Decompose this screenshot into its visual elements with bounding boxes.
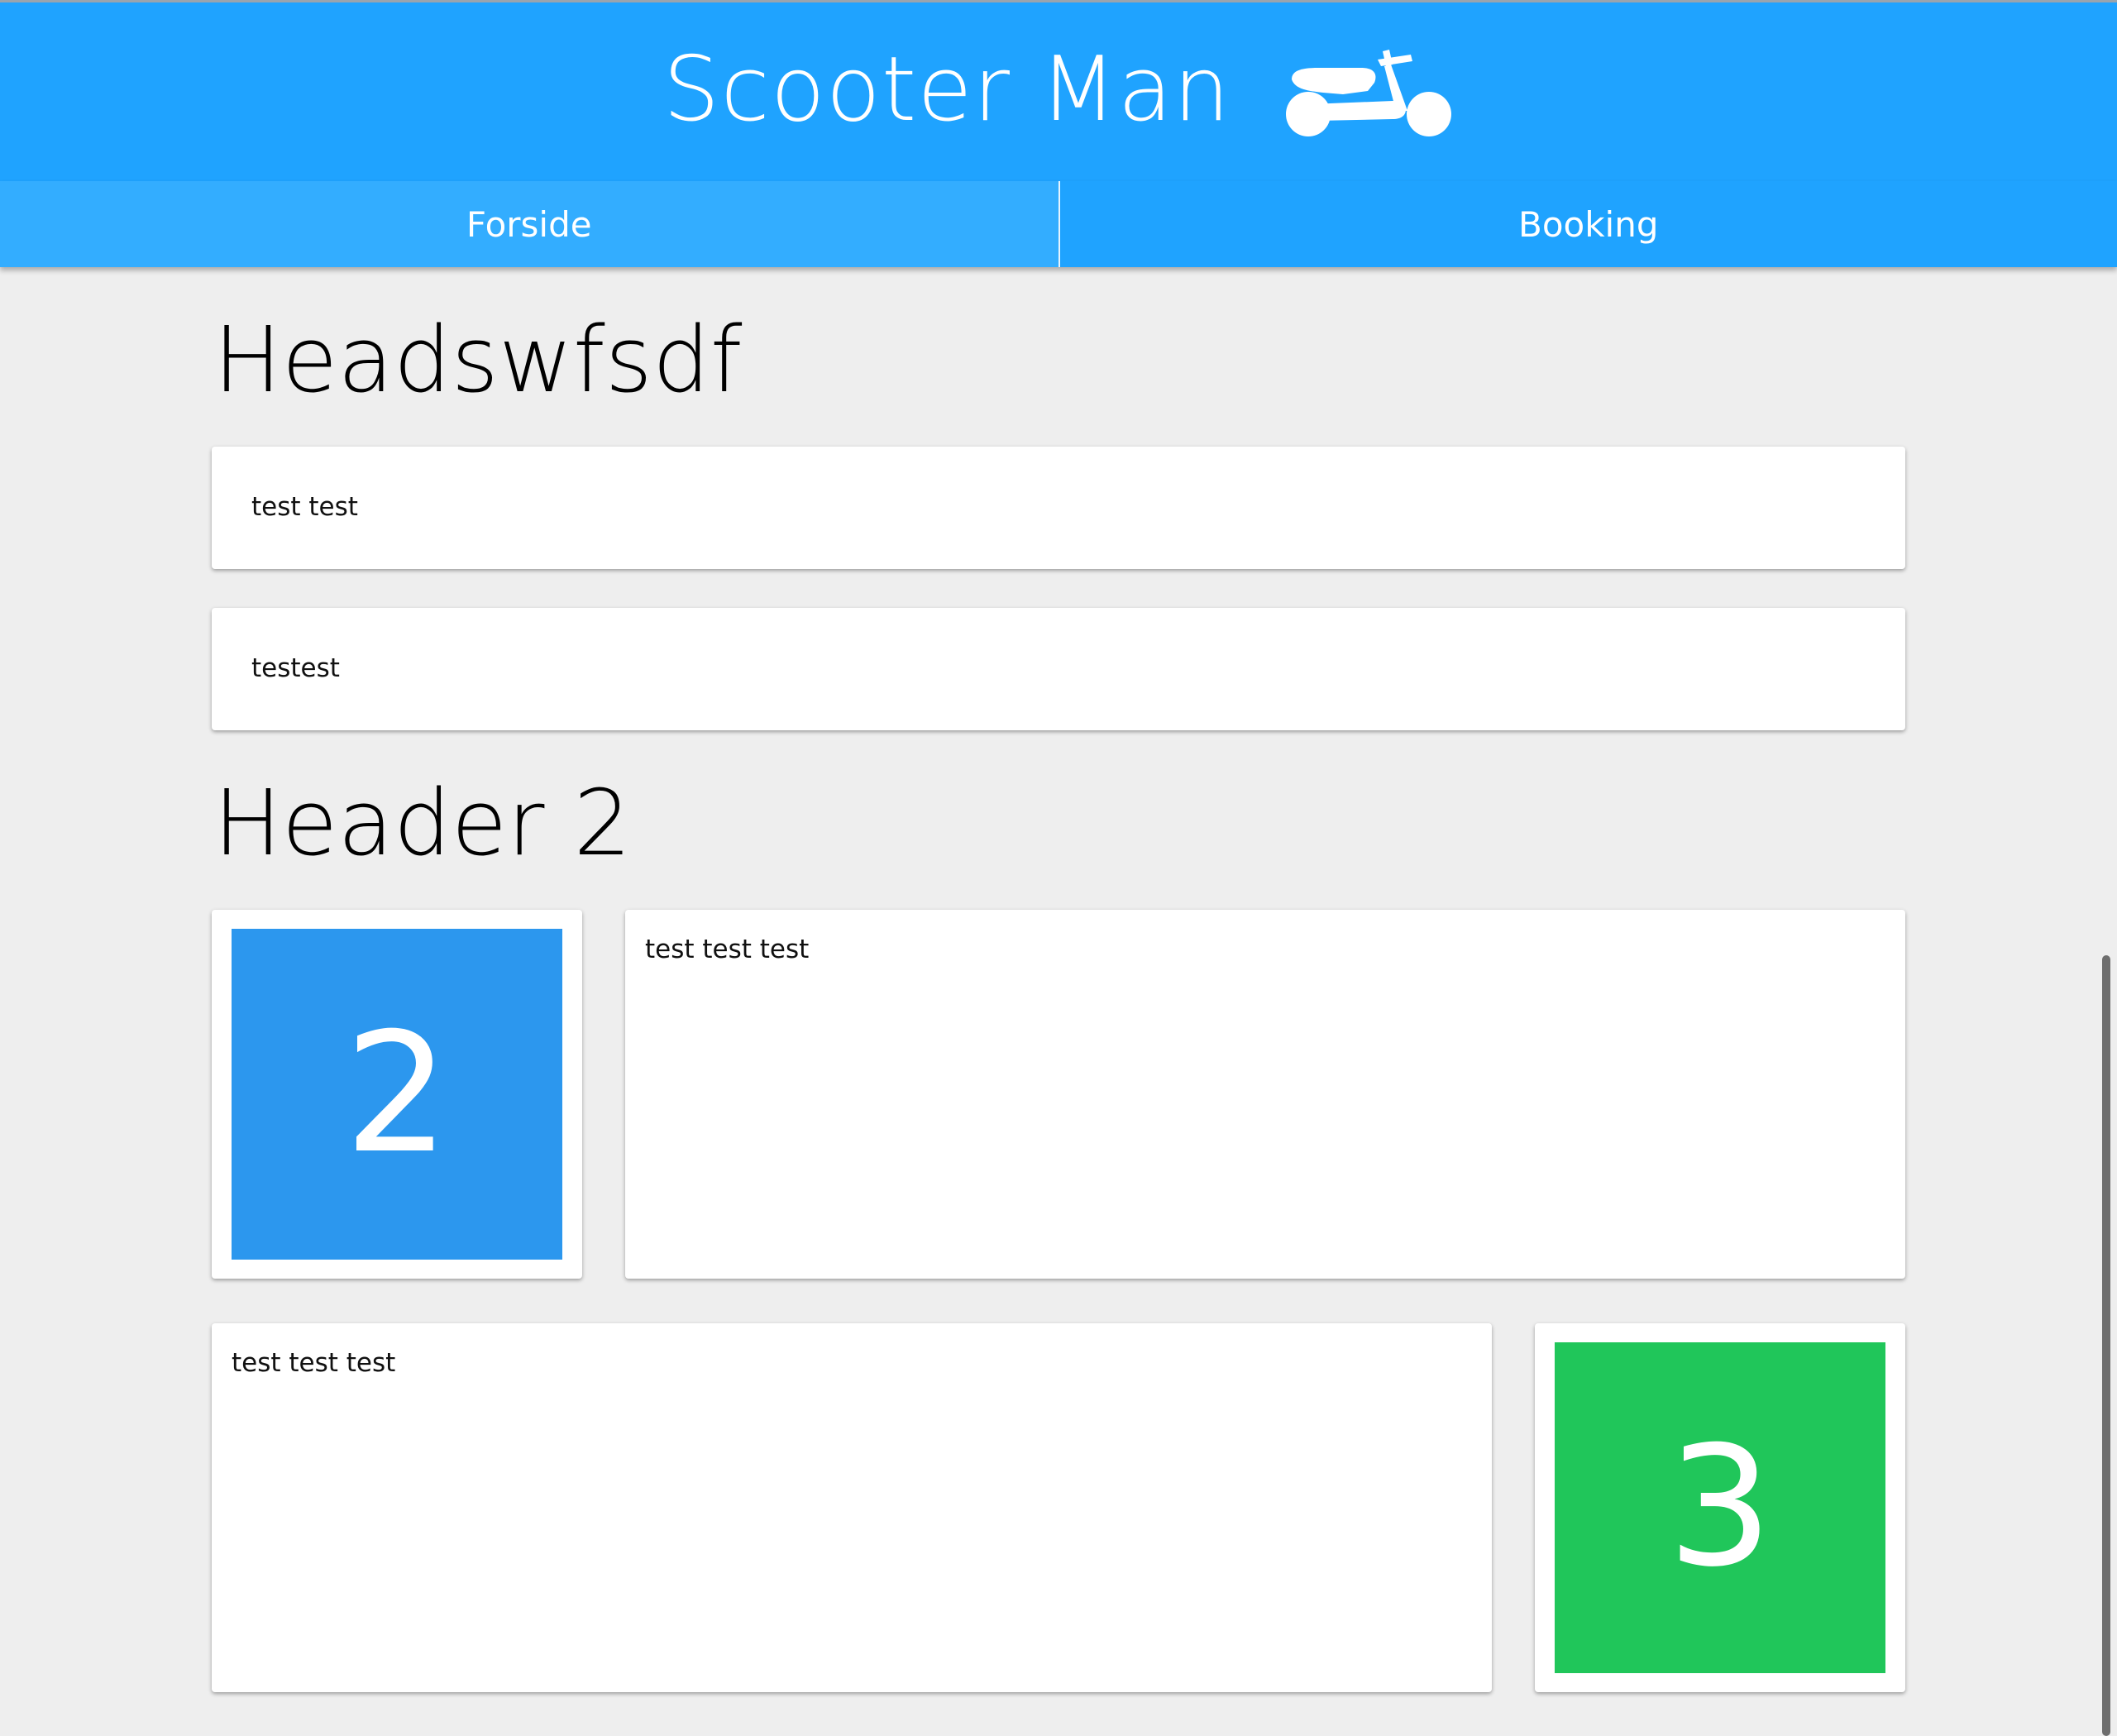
site-header: Scooter Man — [0, 2, 2117, 181]
section-title: Headswfsdf — [213, 307, 743, 413]
nav-item-forside[interactable]: Forside — [0, 181, 1058, 267]
card-text: testest — [251, 653, 340, 683]
number-tile-3: 3 — [1555, 1342, 1885, 1673]
brand: Scooter Man — [0, 2, 2117, 181]
text-card: testest — [212, 608, 1905, 730]
number-card: 2 — [212, 910, 582, 1279]
scrollbar-thumb[interactable] — [2102, 955, 2110, 1736]
tile-number: 3 — [1667, 1411, 1773, 1604]
nav-item-booking[interactable]: Booking — [1059, 181, 2117, 267]
section-title: Header 2 — [213, 770, 632, 876]
tile-number: 2 — [344, 997, 450, 1190]
text-card: test test — [212, 447, 1905, 569]
nav-item-label: Booking — [1518, 203, 1659, 245]
content-card: test test test — [212, 1323, 1492, 1692]
card-text: test test — [251, 492, 358, 522]
number-card: 3 — [1535, 1323, 1905, 1692]
nav-item-label: Forside — [466, 203, 592, 245]
number-tile-2: 2 — [232, 929, 562, 1260]
card-text: test test test — [645, 935, 810, 964]
main-nav: Forside Booking — [0, 181, 2117, 267]
site-title: Scooter Man — [662, 38, 1231, 141]
scooter-icon — [1286, 50, 1452, 136]
card-text: test test test — [232, 1348, 396, 1378]
content-card: test test test — [625, 910, 1905, 1279]
